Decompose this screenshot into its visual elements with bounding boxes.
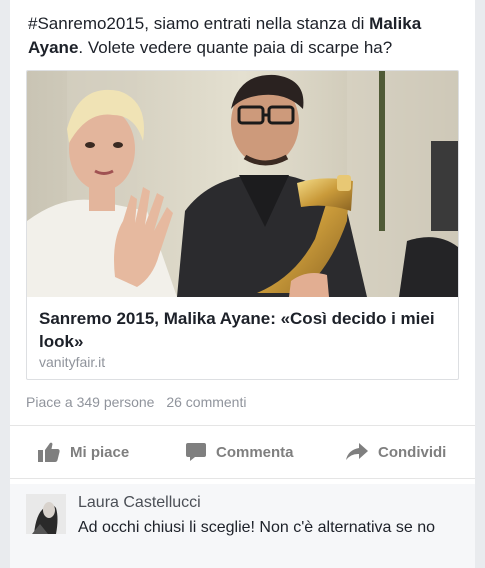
link-title[interactable]: Sanremo 2015, Malika Ayane: «Così decido… [39,307,444,353]
commenter-avatar[interactable] [26,494,66,534]
stats-divider [10,425,475,426]
commenter-name[interactable]: Laura Castellucci [78,494,201,512]
post-text-part1: , siamo entrati nella stanza di [144,14,370,33]
share-button[interactable]: Condividi [346,440,446,464]
share-label: Condividi [378,443,447,461]
link-domain: vanityfair.it [39,354,106,370]
comment-label: Commenta [216,443,294,461]
comment-text: Ad occhi chiusi li sceglie! Non c'è alte… [78,519,436,536]
shared-link-card[interactable]: Sanremo 2015, Malika Ayane: «Così decido… [26,70,459,380]
like-button[interactable]: Mi piace [38,440,129,464]
post-hashtag[interactable]: #Sanremo2015 [28,14,144,33]
comment-item: Laura Castellucci Ad occhi chiusi li sce… [10,484,475,568]
post-actions-bar: Mi piace Commenta Condividi [10,430,475,474]
link-preview-image[interactable] [27,71,458,297]
share-arrow-icon [346,443,368,460]
news-feed-post: #Sanremo2015, siamo entrati nella stanza… [10,0,475,568]
post-stats: Piace a 349 persone 26 commenti [26,394,246,410]
speech-bubble-icon [186,443,206,461]
comment-button[interactable]: Commenta [186,440,294,464]
thumbs-up-icon [38,442,60,462]
actions-divider [10,478,475,479]
likes-count[interactable]: Piace a 349 persone [26,394,154,410]
comments-count[interactable]: 26 commenti [166,394,246,410]
post-text-part2: . Volete vedere quante paia di scarpe ha… [78,38,393,57]
post-status-text: #Sanremo2015, siamo entrati nella stanza… [28,12,468,60]
like-label: Mi piace [70,443,130,461]
